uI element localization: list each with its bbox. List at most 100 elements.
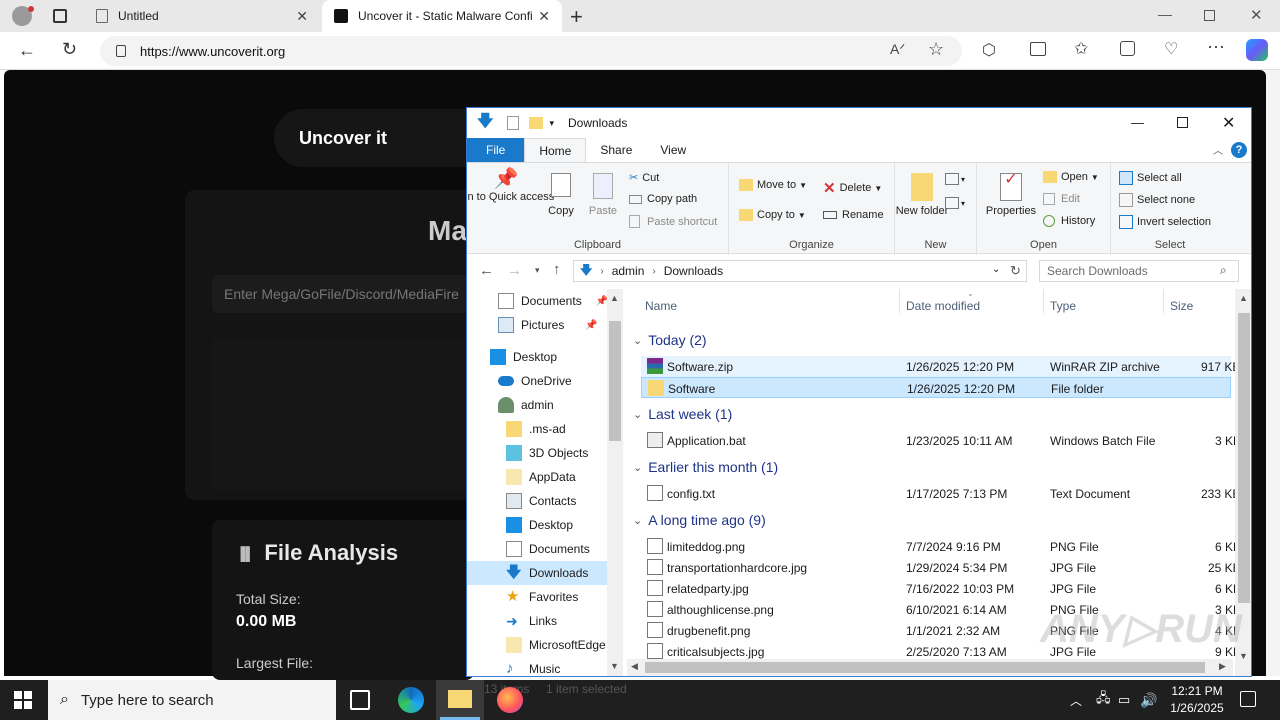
restore-icon[interactable]	[1204, 10, 1215, 21]
nav-item-pictures-pinned[interactable]: Pictures 📌	[498, 313, 598, 337]
collections-icon[interactable]	[1120, 41, 1135, 56]
page-scrollbar[interactable]	[1266, 70, 1280, 676]
nav-item-admin[interactable]: admin	[498, 393, 554, 417]
column-type[interactable]: Type	[1050, 299, 1076, 313]
back-icon[interactable]: ←	[479, 262, 494, 279]
url-field[interactable]: https://www.uncoverit.org	[100, 36, 962, 66]
invert-selection-button[interactable]: Invert selection	[1119, 215, 1211, 229]
select-all-button[interactable]: Select all	[1119, 171, 1182, 185]
nav-item-desktop-sub[interactable]: Desktop	[506, 513, 573, 537]
copy-button[interactable]: Copy	[543, 173, 579, 217]
file-explorer-taskbar-button[interactable]	[436, 680, 484, 720]
nav-item-onedrive[interactable]: OneDrive	[498, 369, 572, 393]
file-row-selected[interactable]: Software 1/26/2025 12:20 PM File folder	[641, 377, 1231, 398]
paste-button[interactable]: Paste	[583, 173, 623, 217]
properties-button[interactable]: ✓ Properties	[983, 172, 1039, 218]
new-tab-icon[interactable]: +	[570, 4, 583, 30]
help-icon[interactable]: ?	[1231, 142, 1247, 158]
close-window-icon[interactable]: ✕	[1222, 113, 1235, 133]
nav-item-microsoftedge[interactable]: MicrosoftEdge	[506, 633, 606, 657]
nav-item-desktop[interactable]: Desktop	[490, 345, 557, 369]
task-view-icon[interactable]	[350, 690, 370, 710]
nav-item-ms-ad[interactable]: .ms-ad	[506, 417, 566, 441]
refresh-icon[interactable]: ↻	[62, 39, 77, 60]
file-row[interactable]: transportationhardcore.jpg 1/29/2024 5:3…	[641, 557, 1241, 578]
read-aloud-icon[interactable]: Aᐟ	[890, 41, 905, 58]
favorite-star-icon[interactable]: ☆	[928, 39, 944, 60]
history-button[interactable]: History	[1043, 215, 1095, 227]
edge-icon[interactable]	[398, 687, 424, 713]
copy-path-button[interactable]: Copy path	[629, 193, 697, 205]
qa-dropdown-icon[interactable]: ▾	[549, 118, 554, 129]
scroll-up-icon[interactable]: ▲	[1239, 293, 1248, 303]
tab-untitled[interactable]: Untitled ✕	[84, 0, 320, 32]
address-dropdown-icon[interactable]: ⌄	[992, 264, 1000, 275]
performance-icon[interactable]: ♡	[1164, 39, 1178, 59]
open-button[interactable]: Open ▼	[1043, 171, 1099, 183]
properties-qa-icon[interactable]	[507, 116, 520, 130]
refresh-icon[interactable]: ↻	[1010, 263, 1021, 279]
group-header-earlier-month[interactable]: ⌄ Earlier this month (1)	[633, 456, 778, 478]
folder-qa-icon[interactable]	[529, 117, 544, 129]
favorites-icon[interactable]: ✩	[1074, 39, 1088, 59]
recent-dropdown-icon[interactable]: ▾	[535, 265, 540, 276]
nav-item-3d-objects[interactable]: 3D Objects	[506, 441, 588, 465]
edit-button[interactable]: Edit	[1043, 193, 1080, 205]
network-icon[interactable]: 🖧	[1096, 680, 1111, 720]
cut-button[interactable]: ✂ Cut	[629, 171, 659, 185]
collapse-ribbon-icon[interactable]: ︿	[1213, 142, 1223, 157]
tab-share[interactable]: Share	[586, 138, 646, 162]
back-icon[interactable]: ←	[18, 40, 36, 61]
column-name[interactable]: Name	[645, 299, 677, 313]
tab-uncoverit[interactable]: Uncover it - Static Malware Confi ✕	[322, 0, 562, 32]
scroll-down-icon[interactable]: ▼	[610, 661, 619, 671]
minimize-icon[interactable]: —	[1158, 6, 1172, 22]
tab-home[interactable]: Home	[524, 138, 587, 162]
group-header-today[interactable]: ⌄ Today (2)	[633, 329, 707, 351]
paste-shortcut-button[interactable]: Paste shortcut	[629, 215, 717, 228]
file-row[interactable]: Software.zip 1/26/2025 12:20 PM WinRAR Z…	[641, 356, 1240, 377]
delete-button[interactable]: ✕ Delete ▼	[823, 179, 882, 197]
tab-file[interactable]: File	[467, 138, 525, 162]
up-icon[interactable]: ↑	[553, 261, 561, 278]
file-row[interactable]: Application.bat 1/23/2025 10:11 AM Windo…	[641, 430, 1241, 451]
taskbar-search[interactable]: ⌕ Type here to search	[48, 680, 336, 720]
breadcrumb-downloads[interactable]: Downloads	[664, 264, 723, 278]
tab-view[interactable]: View	[646, 138, 700, 162]
close-window-icon[interactable]: ✕	[1250, 6, 1263, 24]
nav-item-contacts[interactable]: Contacts	[506, 489, 576, 513]
scroll-right-icon[interactable]: ▶	[1219, 661, 1226, 672]
file-row[interactable]: config.txt 1/17/2025 7:13 PM Text Docume…	[641, 483, 1240, 504]
more-menu-icon[interactable]: ⋯	[1207, 37, 1225, 58]
column-size[interactable]: Size	[1170, 299, 1193, 313]
volume-icon[interactable]: 🔊	[1140, 680, 1157, 720]
scrollbar-thumb[interactable]	[1238, 313, 1250, 603]
select-none-button[interactable]: Select none	[1119, 193, 1195, 207]
maximize-icon[interactable]	[1177, 117, 1188, 128]
copy-to-button[interactable]: Copy to ▼	[739, 209, 806, 221]
site-logo[interactable]: Uncover it	[274, 109, 474, 167]
new-item-button[interactable]: ▾	[945, 173, 965, 185]
breadcrumb[interactable]: 🡇 › admin › Downloads ⌄ ↻	[573, 260, 1027, 282]
forward-icon[interactable]: →	[507, 262, 522, 279]
rename-button[interactable]: Rename	[823, 209, 884, 221]
scroll-down-icon[interactable]: ▼	[1239, 651, 1248, 661]
close-tab-icon[interactable]: ✕	[296, 8, 308, 25]
nav-item-documents-pinned[interactable]: Documents 📌	[498, 289, 608, 313]
group-header-long-ago[interactable]: ⌄ A long time ago (9)	[633, 509, 766, 531]
scrollbar-thumb[interactable]	[609, 321, 621, 441]
nav-item-favorites[interactable]: ★ Favorites	[506, 585, 578, 609]
file-row[interactable]: limiteddog.png 7/7/2024 9:16 PM PNG File…	[641, 536, 1241, 557]
scroll-up-icon[interactable]: ▲	[610, 293, 619, 303]
easy-access-button[interactable]: ▾	[945, 197, 965, 209]
search-input[interactable]: Search Downloads ⌕	[1039, 260, 1239, 282]
file-row[interactable]: relatedparty.jpg 7/16/2022 10:03 PM JPG …	[641, 578, 1241, 599]
tab-actions-icon[interactable]	[53, 9, 67, 23]
nav-item-links[interactable]: ➜ Links	[506, 609, 557, 633]
file-list-horizontal-scrollbar[interactable]: ◀ ▶	[627, 659, 1233, 676]
nav-pane-scrollbar[interactable]: ▲ ▼	[607, 289, 623, 676]
move-to-button[interactable]: Move to ▼	[739, 179, 807, 191]
minimize-icon[interactable]: —	[1131, 115, 1144, 130]
device-icon[interactable]: ▭	[1118, 680, 1130, 720]
new-folder-button[interactable]: New folder	[896, 173, 948, 217]
